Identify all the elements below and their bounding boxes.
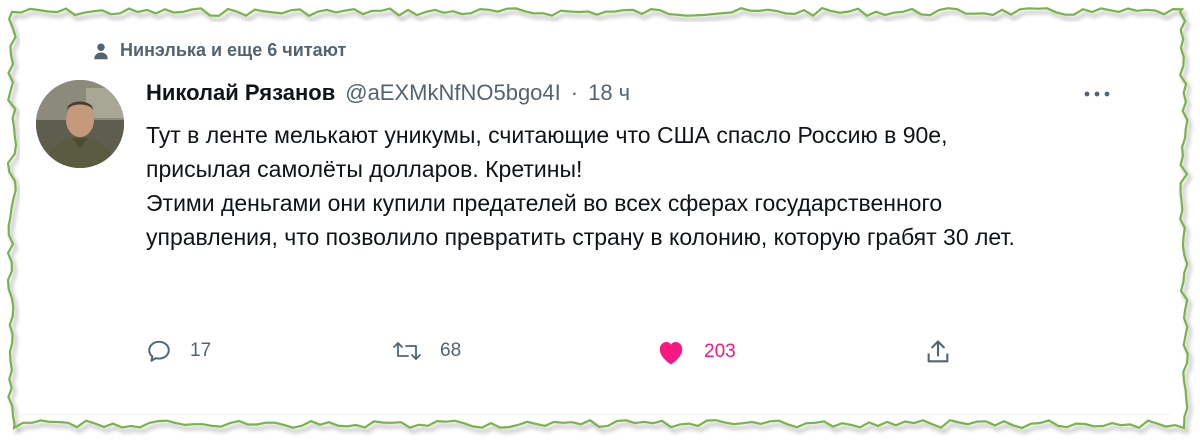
tweet-divider [20, 414, 1170, 415]
author-handle[interactable]: @aEXMkNfNO5bgo4I [345, 80, 561, 106]
share-icon [924, 338, 952, 366]
like-button[interactable]: 203 [656, 338, 736, 366]
tweet-time[interactable]: 18 ч [588, 80, 630, 106]
reply-button[interactable]: 17 [146, 338, 211, 364]
reply-icon [146, 338, 172, 364]
tweet-text-line: Этими деньгами они купили предателей во … [146, 190, 1015, 250]
author-name[interactable]: Николай Рязанов [146, 80, 335, 106]
social-context-text[interactable]: Нинэлька и еще 6 читают [120, 40, 346, 61]
more-horizontal-icon[interactable] [1082, 84, 1112, 107]
retweet-icon [392, 338, 422, 364]
like-count: 203 [704, 341, 736, 362]
share-button[interactable] [924, 338, 952, 366]
tweet-card[interactable]: Нинэлька и еще 6 читают Николай Рязанов … [20, 22, 1170, 415]
person-icon [92, 42, 110, 60]
tweet-header: Николай Рязанов @aEXMkNfNO5bgo4I · 18 ч [146, 80, 630, 106]
avatar[interactable] [36, 80, 124, 168]
heart-filled-icon [656, 338, 686, 366]
retweet-button[interactable]: 68 [392, 338, 461, 364]
social-context: Нинэлька и еще 6 читают [92, 40, 346, 61]
tweet-actions: 17 68 203 [146, 338, 966, 368]
tweet-text: Тут в ленте мелькают уникумы, считающие … [146, 118, 1046, 254]
reply-count: 17 [190, 340, 212, 361]
retweet-count: 68 [440, 340, 462, 361]
tweet-text-line: Тут в ленте мелькают уникумы, считающие … [146, 122, 948, 182]
separator-dot: · [570, 80, 579, 105]
